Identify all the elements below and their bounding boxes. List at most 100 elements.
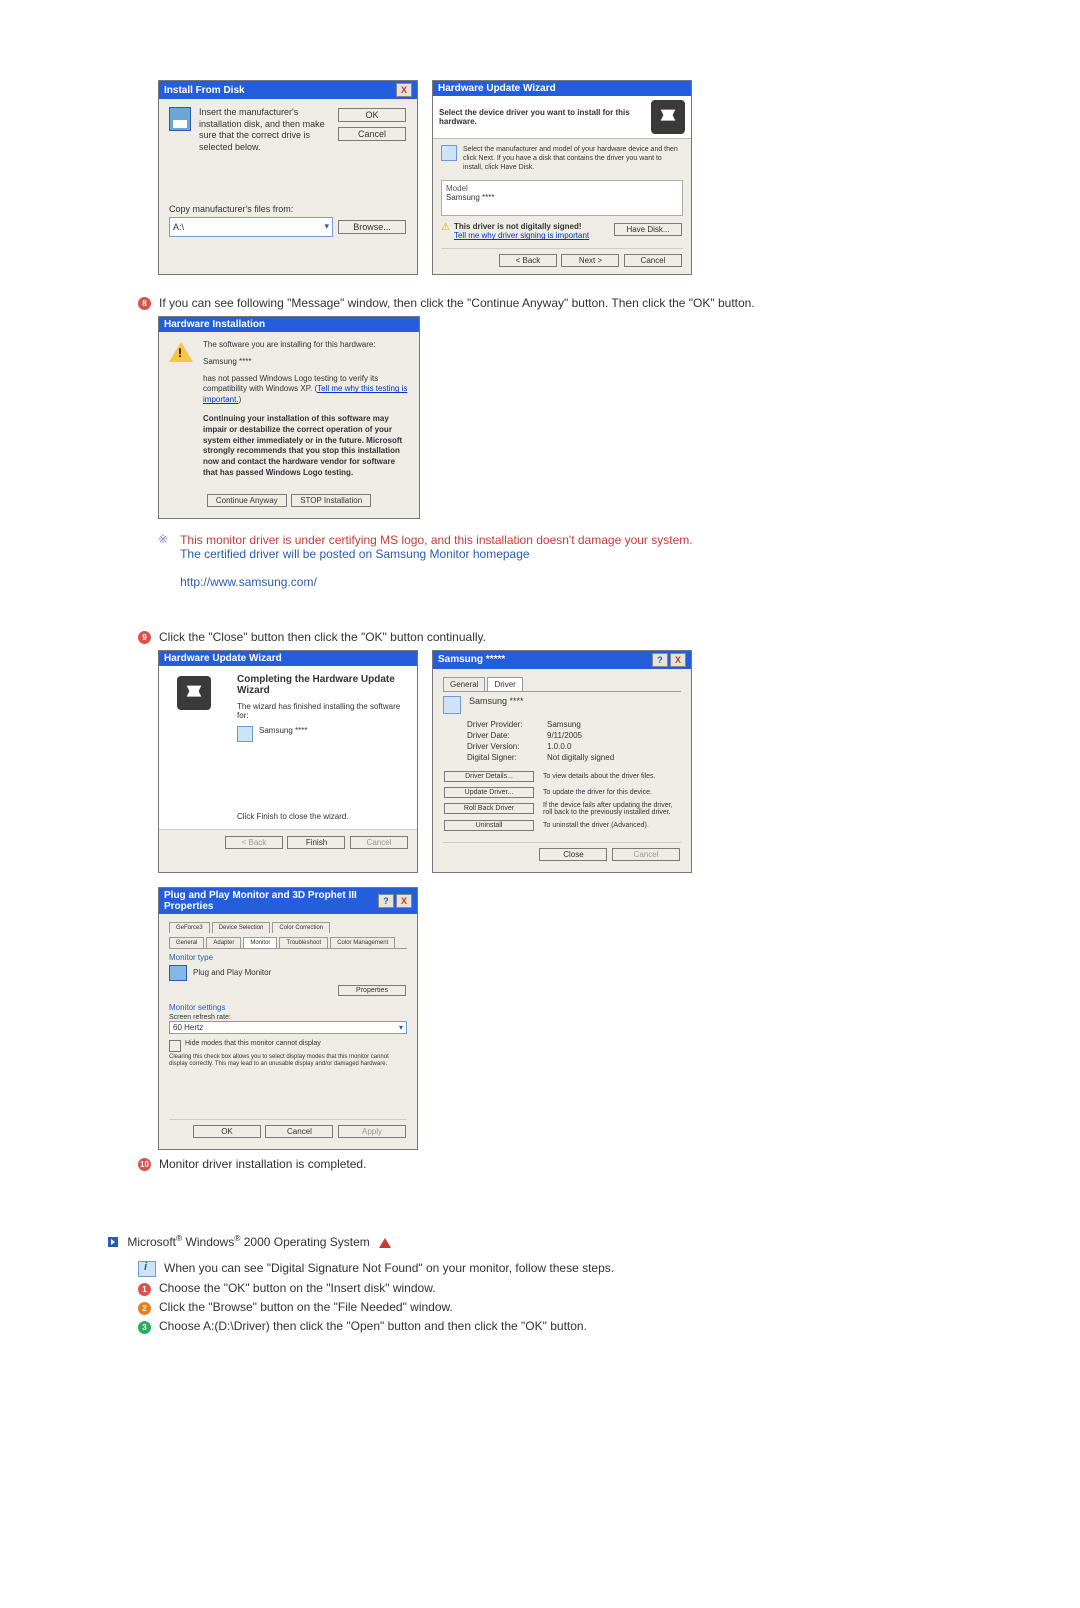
- driver-details-button[interactable]: Driver Details...: [444, 771, 534, 782]
- refresh-dropdown[interactable]: 60 Hertz ▾: [169, 1021, 407, 1034]
- dialog-titlebar: Hardware Update Wizard: [159, 651, 417, 666]
- ok-button[interactable]: OK: [193, 1125, 261, 1138]
- tab-geforce3[interactable]: GeForce3: [169, 922, 210, 933]
- close-button[interactable]: Close: [539, 848, 607, 861]
- finish-button[interactable]: Finish: [287, 836, 345, 849]
- monitor-settings-section: Monitor settings: [169, 1003, 407, 1012]
- dialog-title: Hardware Update Wizard: [438, 83, 556, 94]
- next-button[interactable]: Next >: [561, 254, 619, 267]
- tab-troubleshoot[interactable]: Troubleshoot: [279, 937, 328, 948]
- dialog-title: Hardware Update Wizard: [164, 653, 282, 664]
- note-icon: ※: [158, 533, 168, 589]
- rollback-driver-button[interactable]: Roll Back Driver: [444, 803, 534, 814]
- hw-complete-wizard-dialog: Hardware Update Wizard Completing the Ha…: [158, 650, 418, 873]
- cancel-button[interactable]: Cancel: [624, 254, 682, 267]
- tab-color-correction[interactable]: Color Correction: [272, 922, 330, 933]
- tab-driver[interactable]: Driver: [487, 677, 522, 691]
- help-icon[interactable]: ?: [652, 653, 668, 667]
- tab-general[interactable]: General: [443, 677, 485, 691]
- dialog-titlebar: Hardware Update Wizard: [433, 81, 691, 96]
- warning-bold: Continuing your installation of this sof…: [203, 414, 409, 479]
- cancel-button[interactable]: Cancel: [265, 1125, 333, 1138]
- dialog-titlebar: Hardware Installation: [159, 317, 419, 332]
- step-text: If you can see following "Message" windo…: [159, 295, 755, 312]
- device-name: Samsung ****: [203, 357, 409, 368]
- back-button: < Back: [225, 836, 283, 849]
- win2000-heading: Microsoft® Windows® 2000 Operating Syste…: [108, 1233, 1080, 1249]
- floppy-disk-icon: [169, 107, 191, 131]
- browse-button[interactable]: Browse...: [338, 220, 406, 234]
- hardware-installation-dialog: Hardware Installation The software you a…: [158, 316, 420, 519]
- tab-monitor[interactable]: Monitor: [243, 937, 277, 948]
- close-icon[interactable]: X: [396, 894, 412, 908]
- tab-general[interactable]: General: [169, 937, 204, 948]
- signing-warning: This driver is not digitally signed!: [454, 222, 589, 231]
- cancel-button[interactable]: Cancel: [338, 127, 406, 141]
- close-icon[interactable]: X: [396, 83, 412, 97]
- dialog-titlebar: Samsung ***** ? X: [433, 651, 691, 669]
- step-text: Monitor driver installation is completed…: [159, 1156, 366, 1173]
- cancel-button: Cancel: [612, 848, 680, 861]
- signing-link[interactable]: Tell me why driver signing is important: [454, 231, 589, 240]
- warning-line1: The software you are installing for this…: [203, 340, 409, 351]
- uninstall-button[interactable]: Uninstall: [444, 820, 534, 831]
- hardware-icon: [651, 100, 685, 134]
- warning-icon: ⚠: [441, 222, 450, 240]
- back-button[interactable]: < Back: [499, 254, 557, 267]
- close-icon[interactable]: X: [670, 653, 686, 667]
- model-value: Samsung ****: [446, 193, 678, 202]
- ok-button[interactable]: OK: [338, 108, 406, 122]
- hide-modes-description: Clearing this check box allows you to se…: [169, 1054, 407, 1070]
- step-text: Choose the "OK" button on the "Insert di…: [159, 1281, 436, 1295]
- up-arrow-icon: [379, 1238, 391, 1248]
- wizard-instruction: Select the manufacturer and model of you…: [463, 145, 683, 172]
- monitor-icon: [169, 965, 187, 981]
- hide-modes-checkbox[interactable]: [169, 1040, 181, 1052]
- hardware-update-wizard-dialog: Hardware Update Wizard Select the device…: [432, 80, 692, 275]
- device-icon: [237, 726, 253, 742]
- step-text: Choose A:(D:\Driver) then click the "Ope…: [159, 1319, 587, 1333]
- monitor-type-section: Monitor type: [169, 953, 407, 962]
- step-number: 8: [138, 297, 151, 310]
- finish-hint: Click Finish to close the wizard.: [237, 812, 409, 821]
- tab-device-selection[interactable]: Device Selection: [212, 922, 271, 933]
- cancel-button: Cancel: [350, 836, 408, 849]
- complete-sub: The wizard has finished installing the s…: [237, 702, 409, 720]
- tab-adapter[interactable]: Adapter: [206, 937, 241, 948]
- warning-icon: [169, 342, 193, 362]
- dialog-titlebar: Install From Disk X: [159, 81, 417, 99]
- continue-anyway-button[interactable]: Continue Anyway: [207, 494, 287, 507]
- have-disk-button[interactable]: Have Disk...: [614, 223, 682, 236]
- monitor-type-value: Plug and Play Monitor: [193, 968, 271, 977]
- model-label: Model: [446, 184, 678, 193]
- device-name: Samsung ****: [259, 726, 307, 742]
- step-number: 1: [138, 1283, 151, 1296]
- note-block: ※ This monitor driver is under certifyin…: [158, 533, 908, 589]
- apply-button: Apply: [338, 1125, 406, 1138]
- update-driver-button[interactable]: Update Driver...: [444, 787, 534, 798]
- note-red: This monitor driver is under certifying …: [180, 533, 693, 547]
- device-icon: [441, 145, 457, 161]
- help-icon[interactable]: ?: [378, 894, 394, 908]
- dialog-titlebar: Plug and Play Monitor and 3D Prophet III…: [159, 888, 417, 914]
- hardware-icon: [177, 676, 211, 710]
- wizard-heading: Select the device driver you want to ins…: [439, 108, 651, 126]
- device-name: Samsung ****: [469, 696, 524, 714]
- info-icon: [138, 1261, 156, 1277]
- path-dropdown[interactable]: A:\ ▾: [169, 217, 333, 237]
- samsung-link[interactable]: http://www.samsung.com/: [180, 575, 693, 589]
- dialog-title: Plug and Play Monitor and 3D Prophet III…: [164, 890, 378, 912]
- step-text: Click the "Browse" button on the "File N…: [159, 1300, 453, 1314]
- section-bullet-icon: [108, 1237, 118, 1247]
- install-from-disk-dialog: Install From Disk X Insert the manufactu…: [158, 80, 418, 275]
- dialog-title: Install From Disk: [164, 85, 245, 96]
- tab-color-management[interactable]: Color Management: [330, 937, 395, 948]
- step-number: 2: [138, 1302, 151, 1315]
- win2000-intro: When you can see "Digital Signature Not …: [164, 1261, 614, 1275]
- dialog-title: Hardware Installation: [164, 319, 265, 330]
- step-text: Click the "Close" button then click the …: [159, 629, 486, 646]
- monitor-properties-dialog: Plug and Play Monitor and 3D Prophet III…: [158, 887, 418, 1151]
- properties-button[interactable]: Properties: [338, 985, 406, 996]
- stop-installation-button[interactable]: STOP Installation: [291, 494, 371, 507]
- device-icon: [443, 696, 461, 714]
